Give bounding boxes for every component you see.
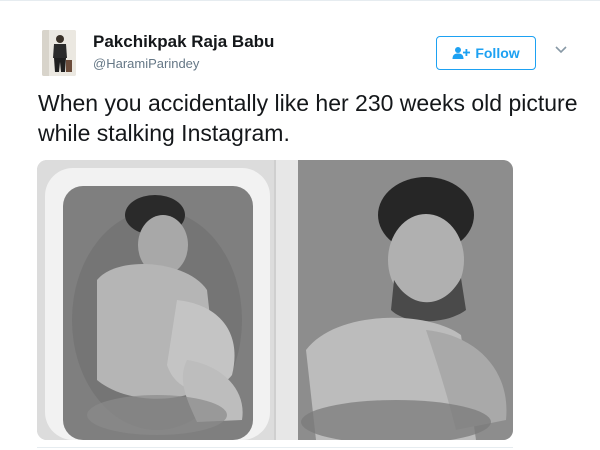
user-handle[interactable]: @HaramiParindey — [93, 56, 199, 71]
avatar[interactable] — [42, 30, 76, 76]
follow-button[interactable]: Follow — [436, 36, 536, 70]
divider — [37, 447, 513, 448]
divider — [0, 0, 600, 1]
follow-label: Follow — [475, 45, 520, 61]
photo-left[interactable] — [37, 160, 274, 440]
chevron-down-icon[interactable] — [553, 44, 569, 56]
media-grid — [37, 160, 513, 440]
photo-right[interactable] — [276, 160, 513, 440]
display-name[interactable]: Pakchikpak Raja Babu — [93, 32, 274, 52]
add-user-icon — [452, 46, 471, 60]
tweet-text: When you accidentally like her 230 weeks… — [38, 90, 578, 146]
tweet-card: Pakchikpak Raja Babu @HaramiParindey Fol… — [0, 0, 600, 450]
